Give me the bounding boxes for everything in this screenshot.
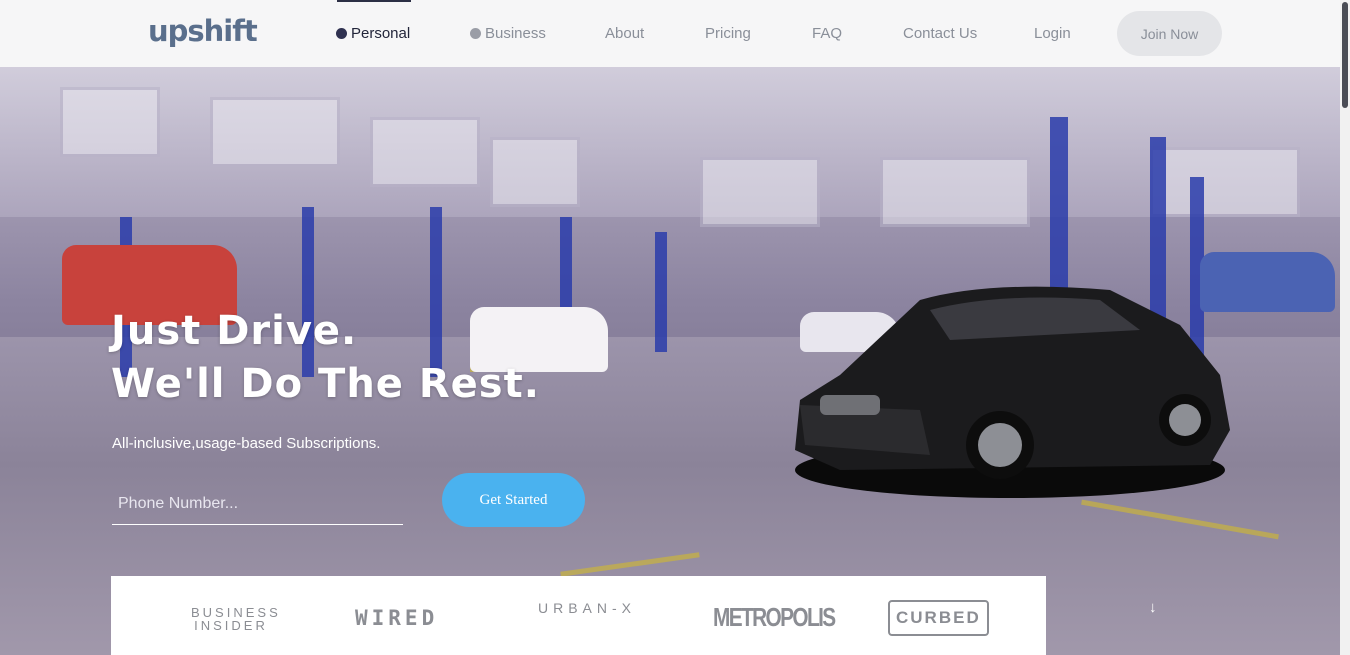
nav-personal[interactable]: Personal (336, 25, 410, 42)
urban-x-logo: URBAN-X (538, 600, 637, 616)
get-started-button[interactable]: Get Started (442, 473, 585, 527)
wired-logo: WIRED (355, 606, 439, 630)
hero-subtitle: All-inclusive,usage-based Subscriptions. (112, 435, 381, 452)
active-tab-indicator (337, 0, 411, 2)
nav-pricing[interactable]: Pricing (705, 25, 751, 42)
nav-about[interactable]: About (605, 25, 644, 42)
press-logos-strip: BUSINESS INSIDER WIRED URBAN-X METROPOLI… (111, 576, 1046, 655)
hero-section: Just Drive. We'll Do The Rest. All-inclu… (0, 67, 1340, 655)
business-insider-logo: BUSINESS INSIDER (191, 605, 281, 633)
black-sedan-image (795, 286, 1230, 498)
nav-business[interactable]: Business (470, 25, 546, 42)
page-scrollbar[interactable] (1340, 0, 1350, 655)
hero-title: Just Drive. We'll Do The Rest. (111, 305, 540, 411)
nav-faq[interactable]: FAQ (812, 25, 842, 42)
join-now-button[interactable]: Join Now (1117, 11, 1222, 56)
dot-icon (336, 28, 347, 39)
arrow-down-icon[interactable]: ↓ (1149, 599, 1157, 616)
top-navbar: upshift Personal Business About Pricing … (0, 0, 1340, 67)
metropolis-logo: METROPOLIS (713, 602, 836, 632)
hero-title-line-2: We'll Do The Rest. (111, 361, 540, 407)
nav-business-label: Business (485, 25, 546, 42)
phone-number-input[interactable] (112, 483, 403, 525)
curbed-logo: CURBED (888, 600, 989, 636)
hero-title-line-1: Just Drive. (111, 308, 358, 354)
scrollbar-thumb[interactable] (1342, 2, 1348, 108)
nav-login[interactable]: Login (1034, 25, 1071, 42)
dot-icon (470, 28, 481, 39)
upshift-logo[interactable]: upshift (148, 14, 258, 48)
nav-contact-us[interactable]: Contact Us (903, 25, 977, 42)
nav-personal-label: Personal (351, 25, 411, 42)
